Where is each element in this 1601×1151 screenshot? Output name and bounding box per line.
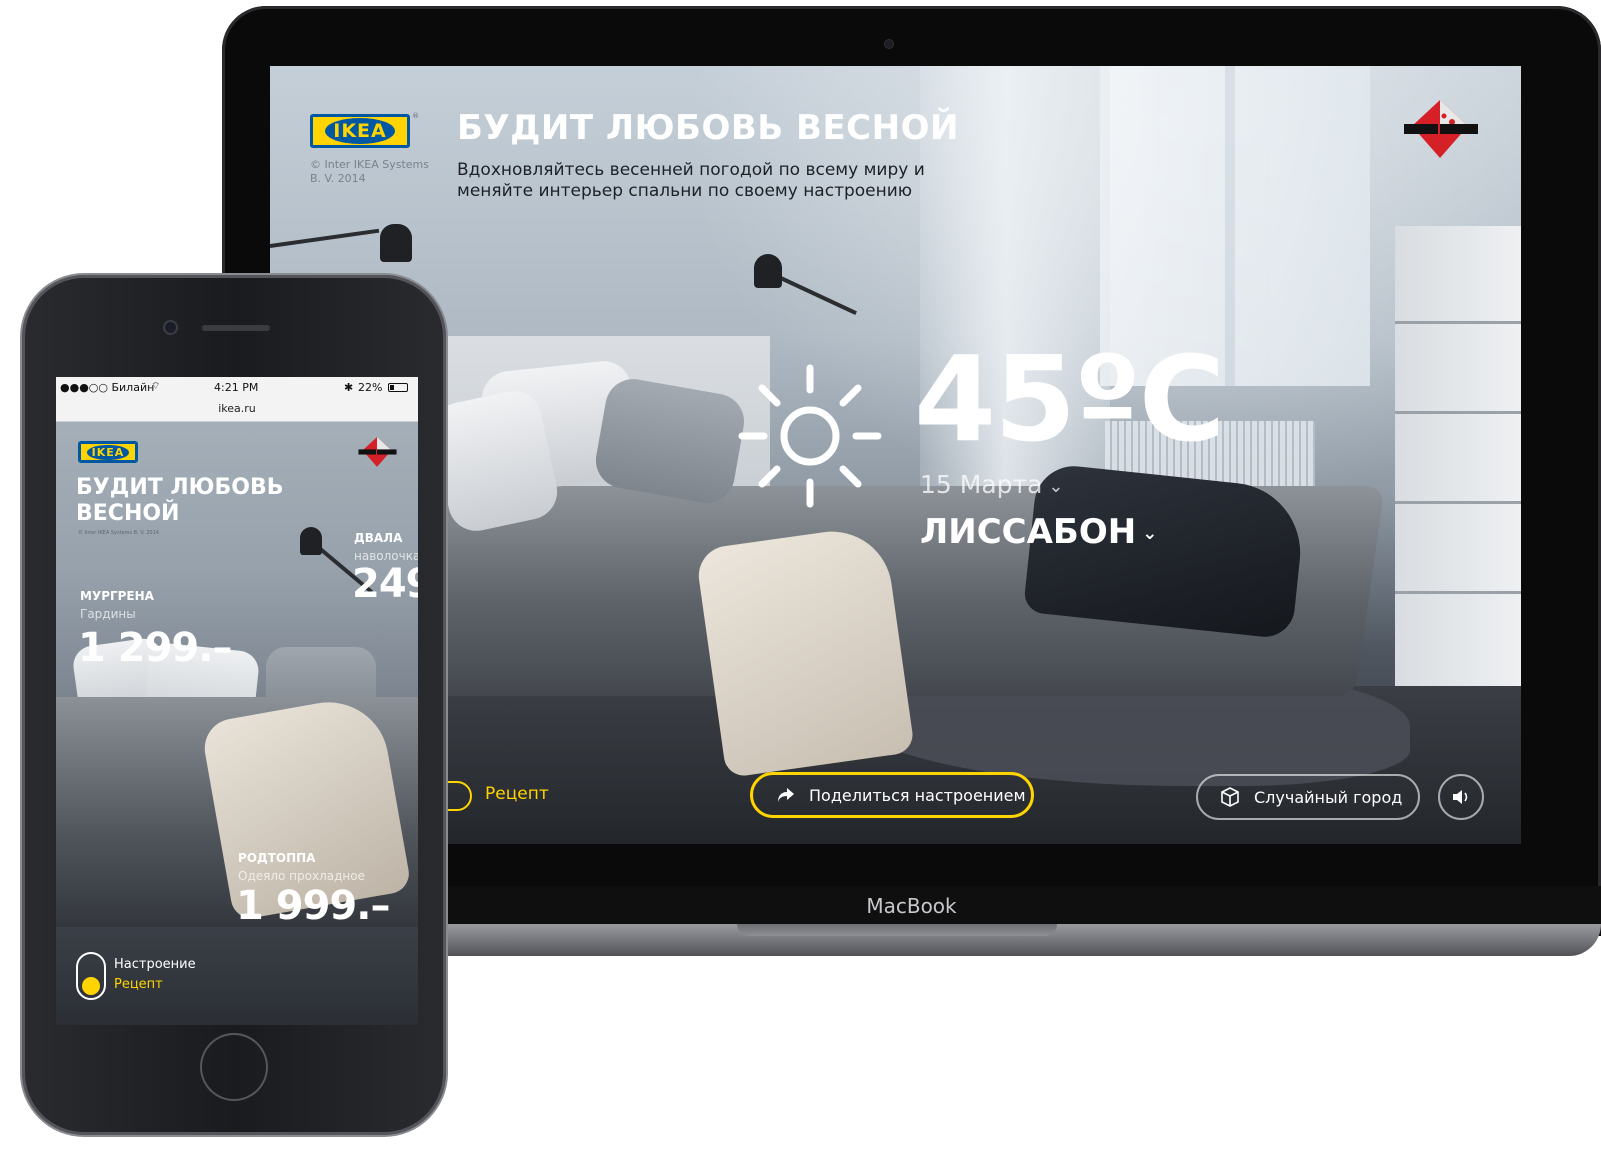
knit-throw	[694, 523, 916, 779]
page-subtitle: Вдохновляйтесь весенней погодой по всему…	[457, 160, 925, 201]
page-title: БУДИТ ЛЮБОВЬ ВЕСНОЙ	[457, 108, 959, 148]
battery-level: 22%	[358, 381, 383, 394]
phone-speaker	[202, 325, 270, 331]
lamp-arm	[769, 271, 857, 315]
wall-lamp	[380, 224, 412, 262]
product-name[interactable]: МУРГРЕНА	[80, 589, 154, 603]
speaker-icon	[1453, 790, 1468, 804]
ikea-logo[interactable]: IKEA	[310, 114, 410, 148]
share-arrow-icon	[777, 787, 795, 803]
lamp-arm	[270, 228, 380, 248]
campaign-badge-icon	[358, 437, 397, 467]
random-city-button[interactable]: Случайный город	[1196, 774, 1420, 820]
temperature: 45ºC	[914, 330, 1225, 468]
share-mood-button[interactable]: Поделиться настроением	[750, 772, 1034, 818]
date-label: 15 Марта	[920, 470, 1043, 499]
city-selector[interactable]: ЛИССАБОН ⌄	[920, 512, 1157, 552]
recipe-label[interactable]: Рецепт	[114, 977, 163, 992]
carrier: ●●●○○ Билайн	[60, 381, 155, 394]
page-title: БУДИТ ЛЮБОВЬ ВЕСНОЙ	[76, 475, 284, 526]
home-button[interactable]	[202, 1035, 266, 1099]
battery-icon	[388, 383, 408, 392]
random-city-label: Случайный город	[1254, 787, 1403, 807]
url-bar[interactable]: ikea.ru	[56, 399, 418, 422]
sound-button[interactable]	[1438, 774, 1484, 820]
product-desc: Одеяло прохладное	[238, 869, 365, 883]
mood-recipe-toggle[interactable]	[76, 952, 106, 1000]
bedside-lamp	[754, 254, 782, 288]
bluetooth-icon: ✱	[344, 381, 354, 394]
copyright: © Inter IKEA Systems B. V. 2014	[310, 158, 429, 185]
bedside-lamp	[300, 527, 322, 555]
product-price: 1 999.–	[236, 883, 390, 929]
phone-device: ●●●○○ Билайн ⌔ 4:21 PM ✱ 22% ikea.ru IKE…	[22, 275, 446, 1135]
phone-camera	[165, 322, 176, 333]
dresser	[1395, 226, 1521, 696]
product-price: 1 299.–	[78, 625, 232, 671]
recipe-label[interactable]: Рецепт	[485, 784, 549, 804]
chevron-down-icon: ⌄	[1048, 475, 1064, 497]
city-label: ЛИССАБОН	[920, 512, 1137, 552]
sun-icon	[738, 364, 882, 508]
logo-text: IKEA	[86, 444, 130, 460]
share-label: Поделиться настроением	[809, 785, 1026, 805]
product-name[interactable]: РОДТОППА	[238, 851, 315, 865]
chevron-down-icon: ⌄	[1142, 523, 1158, 544]
phone-screen: ●●●○○ Билайн ⌔ 4:21 PM ✱ 22% ikea.ru IKE…	[56, 377, 418, 1025]
cube-icon	[1220, 787, 1240, 807]
product-price: 249	[352, 561, 418, 607]
laptop-screen: IKEA ® © Inter IKEA Systems B. V. 2014 Б…	[270, 66, 1521, 844]
date-selector[interactable]: 15 Марта ⌄	[920, 470, 1064, 499]
ikea-logo[interactable]: IKEA	[78, 441, 138, 463]
campaign-badge-icon	[1404, 100, 1478, 158]
laptop-notch	[737, 924, 1057, 936]
status-bar: ●●●○○ Билайн ⌔ 4:21 PM ✱ 22%	[56, 377, 418, 399]
status-time: 4:21 PM	[214, 381, 259, 394]
wifi-icon: ⌔	[151, 381, 161, 392]
product-desc: Гардины	[80, 607, 136, 621]
laptop-camera	[885, 40, 893, 48]
product-name[interactable]: ДВАЛА	[354, 531, 402, 545]
logo-text: IKEA	[325, 118, 395, 144]
copyright: © Inter IKEA Systems B. V. 2014	[78, 530, 159, 536]
registered-mark: ®	[412, 112, 419, 120]
mood-label[interactable]: Настроение	[114, 957, 196, 972]
